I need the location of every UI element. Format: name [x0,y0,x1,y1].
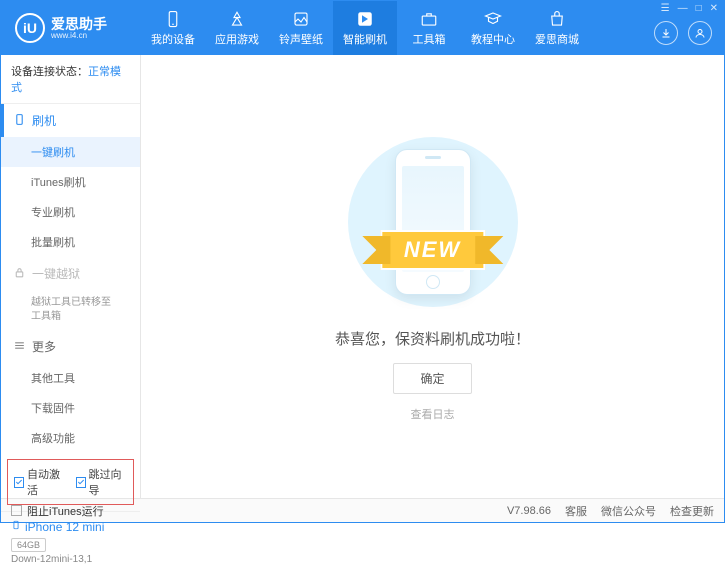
sidebar-head-label: 刷机 [32,112,56,129]
sidebar-item-oneclick-flash[interactable]: 一键刷机 [1,137,140,167]
phone-small-icon [11,518,21,535]
lock-icon [13,266,26,282]
sidebar-item-advanced[interactable]: 高级功能 [1,423,140,453]
flash-icon [355,10,375,28]
nav-smart-flash[interactable]: 智能刷机 [333,1,397,55]
success-illustration: NEW [303,132,563,312]
checkbox-label: 自动激活 [27,466,66,498]
version-label: V7.98.66 [507,505,551,517]
jailbreak-note: 越狱工具已转移至 工具箱 [1,290,140,330]
apps-icon [227,10,247,28]
sidebar: 设备连接状态：正常模式 刷机 一键刷机 iTunes刷机 专业刷机 批量刷机 一… [1,55,141,498]
success-message: 恭喜您，保资料刷机成功啦！ [335,328,530,349]
sidebar-group-jailbreak: 一键越狱 越狱工具已转移至 工具箱 [1,257,140,330]
logo-icon: iU [15,13,45,43]
device-name: iPhone 12 mini [11,518,130,535]
check-icon [76,477,86,488]
wechat-link[interactable]: 微信公众号 [601,503,656,519]
sidebar-item-pro-flash[interactable]: 专业刷机 [1,197,140,227]
download-button[interactable] [654,21,678,45]
nav-label: 铃声壁纸 [279,31,323,47]
device-capacity: 64GB [11,538,46,552]
sidebar-item-download-fw[interactable]: 下载固件 [1,393,140,423]
toolbox-icon [419,10,439,28]
sidebar-group-flash: 刷机 一键刷机 iTunes刷机 专业刷机 批量刷机 [1,104,140,257]
checkbox-block-itunes[interactable]: 阻止iTunes运行 [11,503,104,519]
checkbox-label: 跳过向导 [89,466,128,498]
window-controls: ☰ — □ ✕ [661,3,718,14]
new-ribbon: NEW [380,230,485,270]
sidebar-head-more[interactable]: 更多 [1,330,140,363]
view-log-link[interactable]: 查看日志 [411,406,455,422]
confirm-button[interactable]: 确定 [393,363,471,394]
checkbox-icon [11,505,22,516]
app-url: www.i4.cn [51,31,107,40]
sidebar-item-batch-flash[interactable]: 批量刷机 [1,227,140,257]
checkbox-auto-activate[interactable]: 自动激活 [14,466,66,498]
checkbox-label: 阻止iTunes运行 [27,503,104,519]
nav-apps-games[interactable]: 应用游戏 [205,1,269,55]
nav-store[interactable]: 爱思商城 [525,1,589,55]
connection-status: 设备连接状态：正常模式 [1,55,140,104]
top-nav: 我的设备 应用游戏 铃声壁纸 智能刷机 工具箱 教程中心 爱思商城 [141,1,724,55]
nav-label: 应用游戏 [215,31,259,47]
nav-label: 我的设备 [151,31,195,47]
close-icon[interactable]: ✕ [710,3,718,14]
sidebar-group-more: 更多 其他工具 下载固件 高级功能 [1,330,140,453]
check-icon [14,477,24,488]
nav-ring-wallpaper[interactable]: 铃声壁纸 [269,1,333,55]
customer-service-link[interactable]: 客服 [565,503,587,519]
status-bar: 阻止iTunes运行 V7.98.66 客服 微信公众号 检查更新 [1,498,724,522]
ribbon-text: NEW [380,230,485,270]
sidebar-head-label: 更多 [32,338,56,355]
device-model: Down-12mini-13,1 [11,554,130,565]
check-update-link[interactable]: 检查更新 [670,503,714,519]
sidebar-head-flash[interactable]: 刷机 [1,104,140,137]
sidebar-head-label: 一键越狱 [32,265,80,282]
device-icon [163,10,183,28]
nav-label: 爱思商城 [535,31,579,47]
checkbox-skip-guide[interactable]: 跳过向导 [76,466,128,498]
menu-lines-icon [13,339,26,355]
device-name-text: iPhone 12 mini [25,520,104,534]
main-content: NEW 恭喜您，保资料刷机成功啦！ 确定 查看日志 [141,55,724,498]
nav-tutorials[interactable]: 教程中心 [461,1,525,55]
phone-illustration-icon [395,149,471,295]
sidebar-item-itunes-flash[interactable]: iTunes刷机 [1,167,140,197]
menu-icon[interactable]: ☰ [661,3,670,14]
app-title: 爱思助手 [51,17,107,31]
sidebar-item-other-tools[interactable]: 其他工具 [1,363,140,393]
logo[interactable]: iU 爱思助手 www.i4.cn [1,13,141,43]
status-label: 设备连接状态： [11,66,88,78]
device-info[interactable]: iPhone 12 mini 64GB Down-12mini-13,1 [1,511,140,571]
header-right [654,21,712,45]
sidebar-head-jailbreak[interactable]: 一键越狱 [1,257,140,290]
minimize-icon[interactable]: — [678,3,688,14]
nav-toolbox[interactable]: 工具箱 [397,1,461,55]
nav-label: 工具箱 [413,31,446,47]
user-button[interactable] [688,21,712,45]
nav-my-device[interactable]: 我的设备 [141,1,205,55]
tutorial-icon [483,10,503,28]
nav-label: 教程中心 [471,31,515,47]
app-header: ☰ — □ ✕ iU 爱思助手 www.i4.cn 我的设备 应用游戏 铃声壁纸… [1,1,724,55]
maximize-icon[interactable]: □ [696,3,702,14]
store-icon [547,10,567,28]
nav-label: 智能刷机 [343,31,387,47]
wallpaper-icon [291,10,311,28]
flash-options: 自动激活 跳过向导 [7,459,134,505]
phone-icon [13,113,26,129]
